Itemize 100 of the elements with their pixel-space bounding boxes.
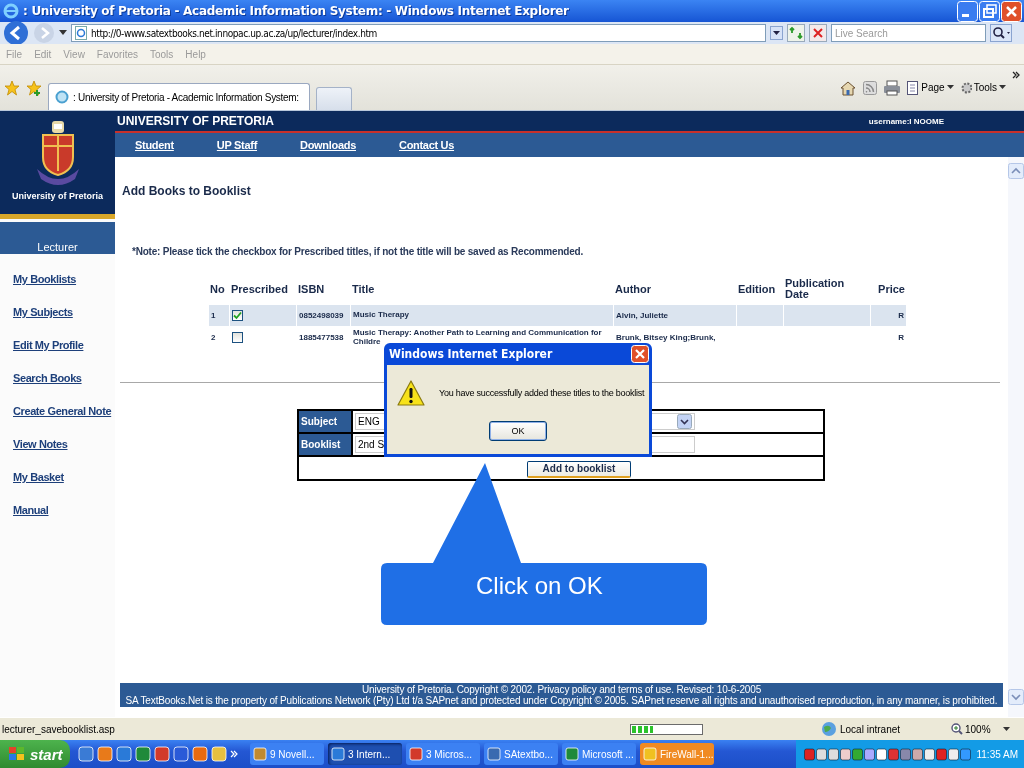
sidebar-link[interactable]: Manual	[13, 504, 49, 518]
tray-icon[interactable]	[948, 747, 960, 761]
app-icon[interactable]	[211, 746, 227, 762]
tray-icon[interactable]	[888, 747, 900, 761]
app-icon[interactable]	[78, 746, 94, 762]
tray-icon[interactable]	[912, 747, 924, 761]
table-cell: 1	[209, 305, 229, 326]
app-icon[interactable]	[116, 746, 132, 762]
tray-icon[interactable]	[924, 747, 936, 761]
app-icon[interactable]	[154, 746, 170, 762]
app-icon[interactable]	[192, 746, 208, 762]
taskbar-button[interactable]: Microsoft ...	[562, 743, 636, 765]
tray-icon[interactable]	[936, 747, 948, 761]
ok-button[interactable]: OK	[489, 421, 547, 441]
tray-icon[interactable]	[864, 747, 876, 761]
window-title: : University of Pretoria - Academic Information System: - Windows Internet Explorer	[23, 4, 570, 18]
warning-icon	[397, 379, 425, 407]
column-header: Publication Date	[784, 276, 846, 302]
taskbar-button[interactable]: 9 Novell...	[250, 743, 324, 765]
sidebar-link[interactable]: Create General Note	[13, 405, 112, 419]
sidebar-link[interactable]: My Booklists	[13, 273, 77, 287]
scroll-up-icon[interactable]	[1008, 163, 1024, 179]
nav-link[interactable]: UP Staff	[216, 139, 258, 151]
dropdown-icon[interactable]	[770, 26, 783, 40]
dialog-title: Windows Internet Explorer	[389, 347, 553, 361]
column-header: Edition	[737, 281, 777, 297]
column-header: Author	[614, 281, 653, 297]
tray-icon[interactable]	[900, 747, 912, 761]
app-icon	[409, 747, 423, 761]
taskbar-button[interactable]: 3 Micros...	[406, 743, 480, 765]
sidebar-link[interactable]: View Notes	[13, 438, 68, 452]
zoom-control[interactable]: 100%	[951, 723, 991, 735]
table-cell-text: 1885477538	[298, 331, 345, 344]
dropdown-icon[interactable]	[59, 30, 67, 36]
loading-icon	[55, 90, 69, 104]
nav-link[interactable]: Student	[135, 139, 174, 151]
back-icon[interactable]	[3, 20, 29, 46]
table-cell-text: R	[897, 331, 905, 344]
status-text: lecturer_savebooklist.asp	[2, 723, 116, 735]
app-icon[interactable]	[135, 746, 151, 762]
footer-text: University of Pretoria. Copyright © 2002. Privacy policy and terms of use. Revised: 10-6-2005	[361, 684, 762, 695]
username-label: username:I NOOME	[868, 116, 944, 126]
star-icon[interactable]	[4, 79, 20, 96]
search-field[interactable]: Live Search	[831, 24, 986, 42]
tray-icon[interactable]	[852, 747, 864, 761]
dropdown-icon	[999, 85, 1006, 90]
address-field[interactable]: http://0-www.satextbooks.net.innopac.up.ac.za/up/lecturer/index.htm	[71, 24, 766, 42]
taskbar-button[interactable]: 3 Intern...	[328, 743, 402, 765]
sidebar-link[interactable]: Edit My Profile	[13, 339, 84, 353]
search-icon[interactable]	[990, 24, 1012, 42]
tray-icon[interactable]	[828, 747, 840, 761]
form-label: Subject	[298, 410, 352, 433]
table-cell: Alvin, Juliette	[614, 305, 736, 326]
zoom-icon	[951, 723, 963, 735]
scroll-down-icon[interactable]	[1008, 689, 1024, 705]
sidebar-link[interactable]: Search Books	[13, 372, 82, 386]
table-cell-text: 2	[210, 331, 217, 344]
tray-icon[interactable]	[804, 747, 816, 761]
dropdown-icon[interactable]	[1002, 726, 1010, 732]
stop-icon[interactable]	[809, 24, 827, 42]
checkbox[interactable]	[232, 310, 243, 321]
site-title: UNIVERSITY OF PRETORIA	[117, 114, 274, 128]
feed-icon[interactable]	[863, 80, 878, 95]
app-icon[interactable]	[97, 746, 113, 762]
tray-icon[interactable]	[876, 747, 888, 761]
globe-icon	[821, 721, 837, 737]
app-icon	[565, 747, 579, 761]
app-icon	[331, 747, 345, 761]
dropdown-icon	[946, 85, 954, 90]
close-icon[interactable]	[1001, 0, 1022, 22]
browser-tab[interactable]: : University of Pretoria - Academic Information System:	[48, 83, 310, 110]
add-to-booklist-button[interactable]: Add to booklist	[526, 460, 632, 478]
command-button[interactable]: Tools	[959, 80, 1006, 95]
close-icon[interactable]	[631, 345, 649, 363]
command-button[interactable]: Page	[907, 80, 954, 95]
nav-link[interactable]: Downloads	[300, 139, 356, 151]
app-icon[interactable]	[173, 746, 189, 762]
minimize-icon[interactable]	[957, 0, 978, 22]
crest-logo	[34, 119, 81, 185]
form-label: Booklist	[298, 433, 352, 456]
tray-icon[interactable]	[816, 747, 828, 761]
add-favorite-icon[interactable]	[26, 79, 42, 96]
chevron-icon[interactable]	[1012, 71, 1020, 79]
printer-icon[interactable]	[883, 79, 902, 96]
callout-text: Click on OK	[476, 572, 603, 600]
taskbar-button[interactable]: SAtextbo...	[484, 743, 558, 765]
nav-link[interactable]: Contact Us	[399, 139, 455, 151]
tray-icon[interactable]	[960, 747, 972, 761]
sidebar-link[interactable]: My Subjects	[13, 306, 73, 320]
scrollbar[interactable]	[1008, 157, 1024, 717]
tray-icon[interactable]	[840, 747, 852, 761]
gear-icon	[959, 80, 972, 95]
home-icon[interactable]	[839, 79, 858, 96]
maximize-icon[interactable]	[979, 0, 1000, 22]
table-cell: R	[871, 305, 906, 326]
sidebar-link[interactable]: My Basket	[13, 471, 64, 485]
app-icon	[643, 747, 657, 761]
dropdown-icon	[677, 414, 692, 429]
table-cell: Music Therapy	[351, 305, 613, 326]
checkbox[interactable]	[232, 332, 243, 343]
